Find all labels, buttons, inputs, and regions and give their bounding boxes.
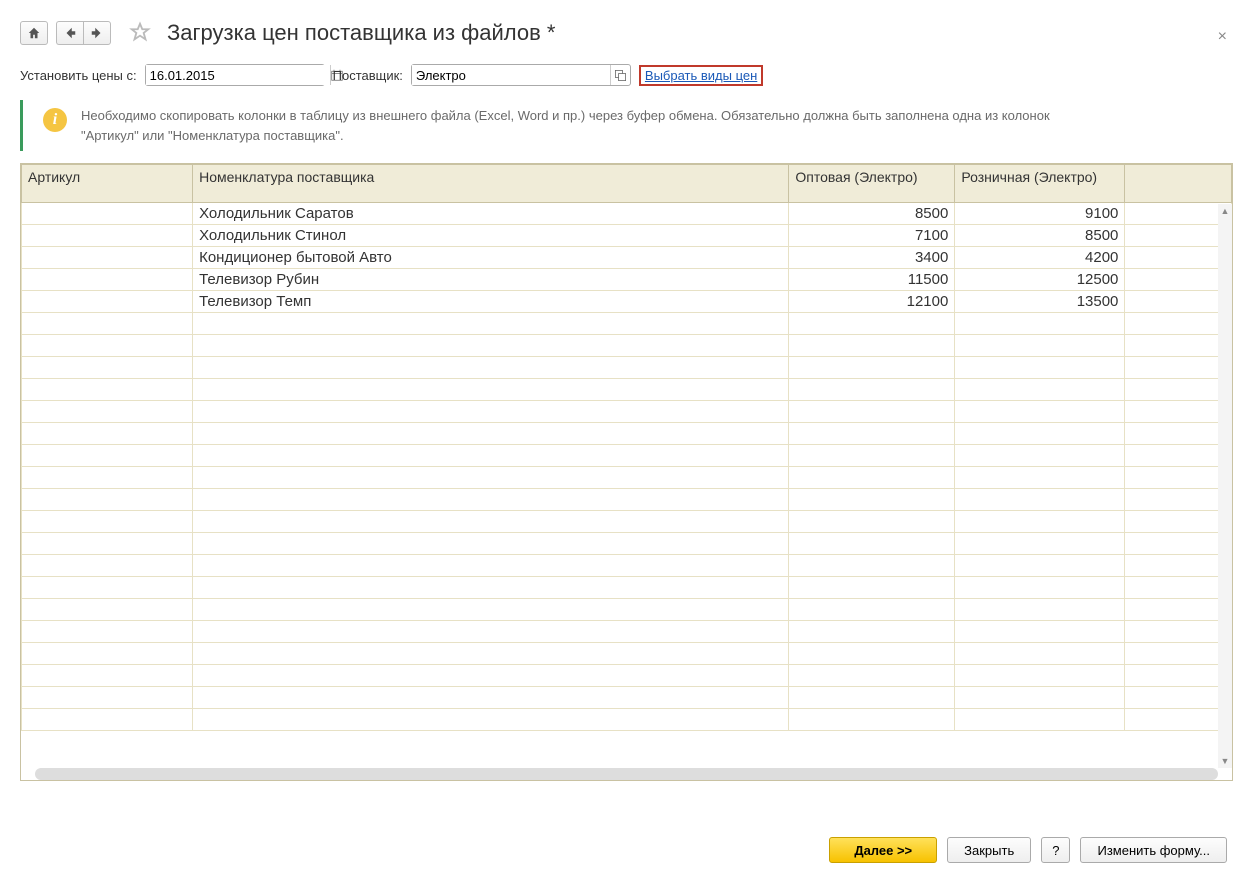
table-row[interactable]: Телевизор Рубин1150012500 bbox=[22, 269, 1232, 291]
supplier-field[interactable] bbox=[411, 64, 631, 86]
info-panel: i Необходимо скопировать колонки в табли… bbox=[20, 100, 1233, 151]
cell-article[interactable] bbox=[22, 247, 193, 269]
edit-form-button[interactable]: Изменить форму... bbox=[1080, 837, 1227, 863]
table-row[interactable] bbox=[22, 423, 1232, 445]
select-price-types-link[interactable]: Выбрать виды цен bbox=[639, 65, 763, 86]
table-row[interactable] bbox=[22, 599, 1232, 621]
info-text: Необходимо скопировать колонки в таблицу… bbox=[81, 106, 1081, 145]
table-row[interactable]: Телевизор Темп1210013500 bbox=[22, 291, 1232, 313]
cell-article[interactable] bbox=[22, 269, 193, 291]
cell-price2[interactable]: 4200 bbox=[955, 247, 1125, 269]
close-icon[interactable]: × bbox=[1218, 28, 1227, 46]
table-row[interactable] bbox=[22, 533, 1232, 555]
table-row[interactable] bbox=[22, 335, 1232, 357]
cell-nomenclature[interactable]: Телевизор Рубин bbox=[193, 269, 789, 291]
table-row[interactable]: Холодильник Саратов85009100 bbox=[22, 203, 1232, 225]
table-row[interactable] bbox=[22, 555, 1232, 577]
cell-nomenclature[interactable]: Холодильник Стинол bbox=[193, 225, 789, 247]
cell-price2[interactable]: 12500 bbox=[955, 269, 1125, 291]
table-row[interactable] bbox=[22, 643, 1232, 665]
cell-extra[interactable] bbox=[1125, 269, 1232, 291]
table-row[interactable] bbox=[22, 709, 1232, 731]
table-row[interactable]: Холодильник Стинол71008500 bbox=[22, 225, 1232, 247]
table-row[interactable] bbox=[22, 665, 1232, 687]
cell-nomenclature[interactable]: Холодильник Саратов bbox=[193, 203, 789, 225]
table-row[interactable] bbox=[22, 379, 1232, 401]
table-row[interactable]: Кондиционер бытовой Авто34004200 bbox=[22, 247, 1232, 269]
table-row[interactable] bbox=[22, 313, 1232, 335]
col-nomenclature[interactable]: Номенклатура поставщика bbox=[193, 165, 789, 203]
page-title: Загрузка цен поставщика из файлов * bbox=[167, 20, 555, 46]
cell-article[interactable] bbox=[22, 291, 193, 313]
date-field[interactable] bbox=[145, 64, 325, 86]
table-row[interactable] bbox=[22, 621, 1232, 643]
cell-extra[interactable] bbox=[1125, 291, 1232, 313]
cell-price1[interactable]: 11500 bbox=[789, 269, 955, 291]
date-input[interactable] bbox=[146, 65, 330, 85]
help-button[interactable]: ? bbox=[1041, 837, 1070, 863]
cell-price2[interactable]: 9100 bbox=[955, 203, 1125, 225]
cell-extra[interactable] bbox=[1125, 247, 1232, 269]
col-price2[interactable]: Розничная (Электро) bbox=[955, 165, 1125, 203]
forward-button[interactable] bbox=[83, 21, 111, 45]
table-row[interactable] bbox=[22, 687, 1232, 709]
table-row[interactable] bbox=[22, 445, 1232, 467]
next-button[interactable]: Далее >> bbox=[829, 837, 937, 863]
cell-price2[interactable]: 8500 bbox=[955, 225, 1125, 247]
cell-price1[interactable]: 7100 bbox=[789, 225, 955, 247]
cell-price1[interactable]: 12100 bbox=[789, 291, 955, 313]
cell-nomenclature[interactable]: Телевизор Темп bbox=[193, 291, 789, 313]
col-article[interactable]: Артикул bbox=[22, 165, 193, 203]
cell-nomenclature[interactable]: Кондиционер бытовой Авто bbox=[193, 247, 789, 269]
cell-price1[interactable]: 8500 bbox=[789, 203, 955, 225]
col-price1[interactable]: Оптовая (Электро) bbox=[789, 165, 955, 203]
price-grid[interactable]: Артикул Номенклатура поставщика Оптовая … bbox=[20, 163, 1233, 781]
table-row[interactable] bbox=[22, 489, 1232, 511]
supplier-label: Поставщик: bbox=[333, 68, 403, 83]
table-row[interactable] bbox=[22, 357, 1232, 379]
table-row[interactable] bbox=[22, 577, 1232, 599]
favorite-icon[interactable] bbox=[129, 21, 151, 46]
info-icon: i bbox=[43, 108, 67, 132]
cell-article[interactable] bbox=[22, 225, 193, 247]
cell-price1[interactable]: 3400 bbox=[789, 247, 955, 269]
open-list-icon[interactable] bbox=[610, 65, 630, 85]
scroll-up-icon[interactable]: ▲ bbox=[1218, 204, 1232, 218]
cell-extra[interactable] bbox=[1125, 225, 1232, 247]
horizontal-scrollbar[interactable] bbox=[35, 768, 1218, 780]
table-row[interactable] bbox=[22, 401, 1232, 423]
table-row[interactable] bbox=[22, 511, 1232, 533]
back-button[interactable] bbox=[56, 21, 83, 45]
scroll-down-icon[interactable]: ▼ bbox=[1218, 754, 1232, 768]
table-row[interactable] bbox=[22, 467, 1232, 489]
supplier-input[interactable] bbox=[412, 65, 610, 85]
home-button[interactable] bbox=[20, 21, 48, 45]
cell-price2[interactable]: 13500 bbox=[955, 291, 1125, 313]
cell-extra[interactable] bbox=[1125, 203, 1232, 225]
col-extra[interactable] bbox=[1125, 165, 1232, 203]
cell-article[interactable] bbox=[22, 203, 193, 225]
vertical-scrollbar[interactable]: ▲ ▼ bbox=[1218, 204, 1232, 768]
close-button[interactable]: Закрыть bbox=[947, 837, 1031, 863]
date-label: Установить цены с: bbox=[20, 68, 137, 83]
